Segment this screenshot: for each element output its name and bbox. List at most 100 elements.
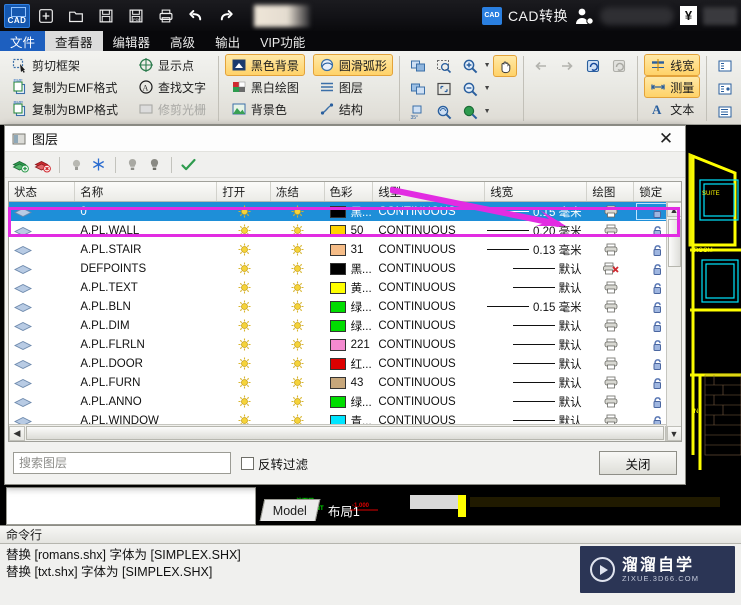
plot-on-icon[interactable]: [604, 338, 618, 351]
cell-linetype[interactable]: CONTINUOUS: [373, 221, 485, 240]
layer-on-sun-icon[interactable]: [238, 281, 251, 294]
table-row[interactable]: A.PL.FURN 43 CONTINUOUS 默认: [9, 373, 681, 392]
cell-color[interactable]: 黄...: [325, 278, 374, 297]
layer-on-sun-icon[interactable]: [238, 338, 251, 351]
cell-color[interactable]: 43: [325, 373, 374, 392]
layer-on-sun-icon[interactable]: [238, 243, 251, 256]
cell-color[interactable]: 黑...: [325, 259, 374, 278]
header-lock[interactable]: 锁定: [634, 182, 681, 201]
cell-status[interactable]: [9, 411, 75, 424]
layer-unlock-icon[interactable]: [651, 357, 665, 371]
table-row[interactable]: A.PL.DOOR 红... CONTINUOUS 默认: [9, 354, 681, 373]
checkbox-box[interactable]: [241, 456, 254, 470]
layer-unlock-icon[interactable]: [651, 338, 665, 352]
layer-unlock-icon[interactable]: [651, 395, 665, 409]
plot-on-icon[interactable]: [604, 281, 618, 294]
cell-linetype[interactable]: CONTINUOUS: [373, 392, 485, 411]
layer-on-sun-icon[interactable]: [291, 224, 304, 237]
cell-on[interactable]: [218, 335, 272, 354]
plot-on-icon[interactable]: [604, 357, 618, 370]
apply-button[interactable]: [179, 155, 198, 174]
refresh-view-button[interactable]: [581, 55, 605, 77]
header-plot[interactable]: 绘图: [587, 182, 635, 201]
cell-lineweight[interactable]: 默认: [485, 354, 587, 373]
layers-button[interactable]: 图层: [313, 76, 393, 98]
cell-lineweight[interactable]: 默认: [485, 411, 587, 424]
cell-on[interactable]: [218, 202, 272, 221]
cell-lineweight[interactable]: 默认: [485, 373, 587, 392]
open-icon[interactable]: [62, 3, 90, 29]
cell-plot[interactable]: [588, 202, 635, 221]
lineweight-button[interactable]: 线宽: [644, 54, 701, 76]
freeze-button[interactable]: [89, 155, 108, 174]
cell-linetype[interactable]: CONTINUOUS: [373, 373, 485, 392]
plot-on-icon[interactable]: [604, 414, 618, 424]
layer-unlock-icon[interactable]: [651, 319, 665, 333]
color-swatch[interactable]: [329, 224, 346, 237]
layer-on-sun-icon[interactable]: [238, 205, 251, 218]
color-swatch[interactable]: [329, 262, 346, 275]
zoom-out-dropdown-icon[interactable]: ▼: [484, 78, 491, 100]
cell-name[interactable]: 0: [75, 202, 217, 221]
table-row[interactable]: A.PL.STAIR 31 CONTINUOUS 0.13 毫米: [9, 240, 681, 259]
color-swatch[interactable]: [329, 357, 346, 370]
header-linetype[interactable]: 线型: [373, 182, 486, 201]
cell-status[interactable]: [9, 240, 75, 259]
layer-unlock-icon[interactable]: [651, 243, 665, 257]
layer-on-sun-icon[interactable]: [238, 300, 251, 313]
table-row[interactable]: A.PL.WINDOW 青... CONTINUOUS 默认: [9, 411, 681, 424]
cell-name[interactable]: A.PL.WALL: [75, 221, 217, 240]
color-swatch[interactable]: [329, 281, 346, 294]
scroll-left-icon[interactable]: ◀: [9, 425, 25, 441]
scroll-down-icon[interactable]: ▼: [666, 426, 681, 441]
layer-gray-button[interactable]: [123, 155, 142, 174]
save-icon[interactable]: [92, 3, 120, 29]
cell-lineweight[interactable]: 0.15 毫米: [485, 297, 587, 316]
cell-freeze[interactable]: [271, 335, 325, 354]
cell-name[interactable]: A.PL.DOOR: [75, 354, 217, 373]
layer-on-sun-icon[interactable]: [291, 205, 304, 218]
menu-tab-output[interactable]: 输出: [205, 31, 250, 51]
cell-status[interactable]: [9, 354, 75, 373]
cell-name[interactable]: A.PL.STAIR: [75, 240, 217, 259]
layer-unlock-icon[interactable]: [651, 376, 665, 390]
zoom-out-button[interactable]: [458, 78, 482, 100]
cell-lineweight[interactable]: 默认: [485, 316, 587, 335]
cell-name[interactable]: A.PL.DIM: [75, 316, 217, 335]
menu-tab-advanced[interactable]: 高级: [160, 31, 205, 51]
table-row[interactable]: 0 黑... CONTINUOUS 0.15 毫米: [9, 202, 681, 221]
layer-unlock-icon[interactable]: [651, 300, 665, 314]
redo-icon[interactable]: [212, 3, 240, 29]
menu-tab-vip[interactable]: VIP功能: [250, 31, 315, 51]
layer-on-sun-icon[interactable]: [291, 338, 304, 351]
layer-on-sun-icon[interactable]: [291, 414, 304, 424]
cell-lineweight[interactable]: 默认: [485, 392, 587, 411]
plot-on-icon[interactable]: [604, 300, 618, 313]
layer-bulb-button[interactable]: [145, 155, 164, 174]
layers-grid[interactable]: 状态 名称 打开 冻结 色彩 线型 线宽 绘图 锁定 0 黑... CONTINUO…: [8, 181, 682, 442]
cell-lineweight[interactable]: 0.15 毫米: [485, 202, 587, 221]
cell-on[interactable]: [218, 221, 272, 240]
cell-status[interactable]: [9, 278, 75, 297]
zoom-realtime-button[interactable]: [432, 101, 456, 123]
cell-color[interactable]: 绿...: [325, 392, 374, 411]
layer-off-button[interactable]: [67, 155, 86, 174]
cell-on[interactable]: [218, 316, 272, 335]
table-row[interactable]: A.PL.WALL 50 CONTINUOUS 0.20 毫米: [9, 221, 681, 240]
menu-tab-file[interactable]: 文件: [0, 31, 46, 51]
cell-freeze[interactable]: [271, 354, 325, 373]
cell-color[interactable]: 50: [325, 221, 374, 240]
header-name[interactable]: 名称: [75, 182, 218, 201]
blurred-window-controls[interactable]: [703, 6, 737, 25]
cell-freeze[interactable]: [271, 221, 325, 240]
cell-plot[interactable]: [588, 335, 635, 354]
cell-plot[interactable]: [588, 373, 635, 392]
plot-on-icon[interactable]: [604, 319, 618, 332]
cell-plot[interactable]: [588, 240, 635, 259]
cell-status[interactable]: [9, 297, 75, 316]
plot-on-icon[interactable]: [604, 224, 618, 237]
menu-tab-viewer[interactable]: 查看器: [45, 31, 103, 51]
zoom-globe-dropdown-icon[interactable]: ▼: [484, 101, 491, 123]
cell-plot[interactable]: [588, 278, 635, 297]
cell-linetype[interactable]: CONTINUOUS: [373, 297, 485, 316]
